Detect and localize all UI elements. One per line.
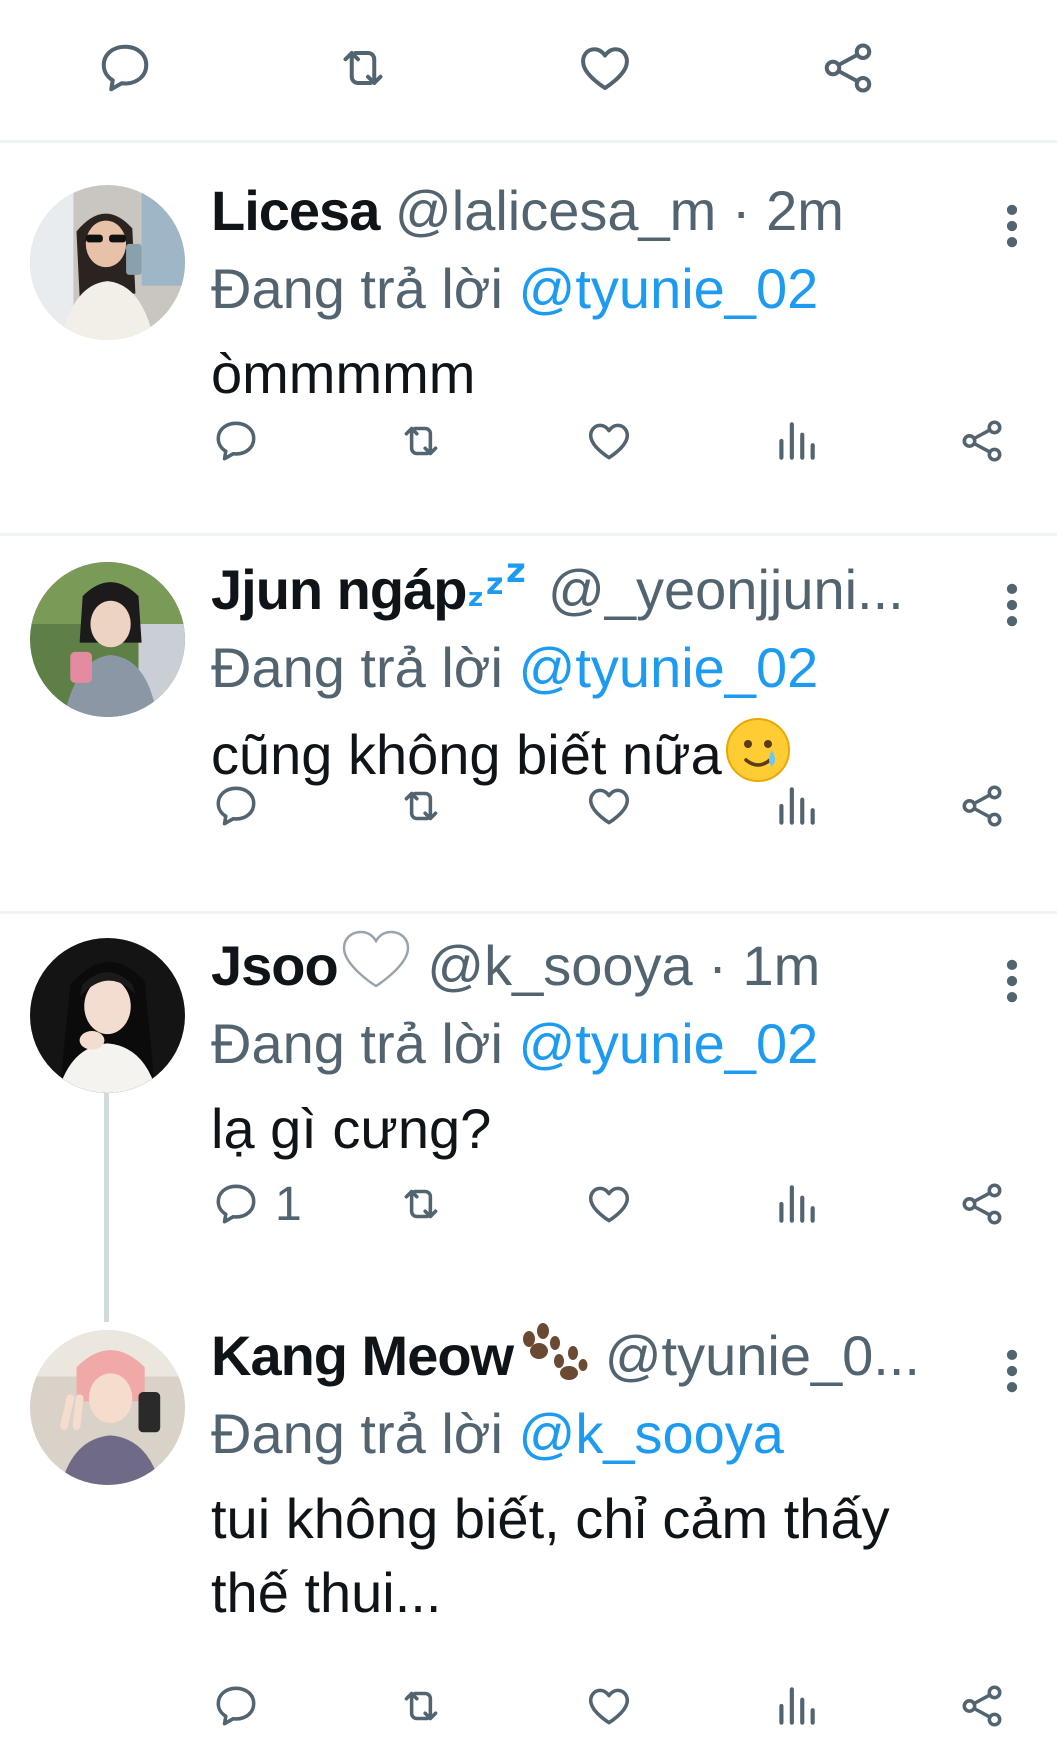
reply-button[interactable]: 1	[211, 1174, 302, 1234]
tweet-text-line: tui không biết, chỉ cảm thấy	[211, 1487, 890, 1550]
display-name[interactable]: Jjun ngáp	[211, 558, 467, 621]
more-vertical-icon[interactable]	[997, 944, 1027, 1003]
avatar[interactable]	[30, 938, 185, 1093]
replying-prefix: Đang trả lời	[211, 1402, 519, 1465]
tweet-action-bar	[211, 776, 1027, 836]
reply-tweet[interactable]: Licesa @lalicesa_m · 2m Đang trả lời @ty…	[0, 143, 1057, 536]
heart-icon[interactable]	[584, 776, 634, 836]
heart-icon[interactable]	[584, 1174, 634, 1234]
reply-count: 1	[275, 1177, 302, 1231]
tweet-header: Kang Meow @tyunie_0...	[211, 1316, 1027, 1396]
more-vertical-icon[interactable]	[997, 189, 1027, 248]
retweet-icon[interactable]	[333, 38, 393, 98]
avatar[interactable]	[30, 1330, 185, 1485]
display-name[interactable]: Kang Meow	[211, 1324, 514, 1387]
share-icon[interactable]	[957, 776, 1007, 836]
share-icon[interactable]	[957, 411, 1007, 471]
tweet-text: lạ gì cưng?	[211, 1097, 492, 1160]
user-handle[interactable]: @lalicesa_m	[395, 179, 716, 242]
replying-mention[interactable]: @tyunie_02	[519, 1012, 819, 1075]
tweet-text: òmmmmm	[211, 342, 476, 405]
reply-tweet[interactable]: Jsoo @k_sooya · 1m Đang trả lời @tyunie_…	[0, 914, 1057, 1294]
share-icon[interactable]	[957, 1676, 1007, 1736]
reply-tweet[interactable]: Jjun ngáp z z z @_yeonjjuni... Đang trả lời…	[0, 536, 1057, 914]
tweet-action-bar	[211, 1676, 1027, 1736]
replying-mention[interactable]: @tyunie_02	[519, 636, 819, 699]
retweet-icon[interactable]	[396, 411, 446, 471]
tweet-action-bar: 1	[211, 1174, 1027, 1234]
replying-to: Đang trả lời @tyunie_02	[211, 251, 1027, 327]
tweet-header: Jjun ngáp z z z @_yeonjjuni...	[211, 550, 1027, 630]
white-heart-emoji	[340, 930, 412, 1006]
replying-prefix: Đang trả lời	[211, 1012, 519, 1075]
replying-prefix: Đang trả lời	[211, 257, 519, 320]
tweet-action-bar	[211, 411, 1027, 471]
reply-tweet[interactable]: Kang Meow @tyunie_0... Đang trả lời @k_s…	[0, 1294, 1057, 1750]
views-icon[interactable]	[771, 1174, 821, 1234]
heart-icon[interactable]	[575, 38, 635, 98]
svg-text:z: z	[486, 567, 503, 602]
user-handle[interactable]: @tyunie_0...	[605, 1324, 920, 1387]
svg-text:z: z	[468, 583, 483, 613]
views-icon[interactable]	[771, 411, 821, 471]
reply-icon[interactable]	[211, 776, 261, 836]
user-handle[interactable]: @k_sooya	[427, 934, 692, 997]
tweet-text-line: thế thui...	[211, 1561, 442, 1624]
share-icon[interactable]	[957, 1174, 1007, 1234]
tweet-text: tui không biết, chỉ cảm thấy thế thui...	[211, 1482, 1027, 1630]
parent-tweet-action-bar	[0, 0, 1057, 143]
reply-icon[interactable]	[95, 38, 155, 98]
zzz-emoji: zzz	[468, 551, 532, 630]
heart-icon[interactable]	[584, 1676, 634, 1736]
reply-icon[interactable]	[211, 411, 261, 471]
time-separator: ·	[716, 179, 767, 242]
svg-text:z: z	[506, 554, 526, 591]
replying-to: Đang trả lời @tyunie_02	[211, 1006, 1027, 1082]
views-icon[interactable]	[771, 776, 821, 836]
more-vertical-icon[interactable]	[997, 568, 1027, 627]
paw-prints-emoji	[515, 1317, 589, 1396]
heart-icon[interactable]	[584, 411, 634, 471]
replying-prefix: Đang trả lời	[211, 636, 519, 699]
replying-to: Đang trả lời @tyunie_02	[211, 630, 1027, 706]
more-vertical-icon[interactable]	[997, 1334, 1027, 1393]
retweet-icon[interactable]	[396, 776, 446, 836]
time-separator: ·	[692, 934, 743, 997]
tweet-header: Jsoo @k_sooya · 1m	[211, 926, 1027, 1006]
display-name[interactable]: Licesa	[211, 179, 380, 242]
replying-mention[interactable]: @tyunie_02	[519, 257, 819, 320]
views-icon[interactable]	[771, 1676, 821, 1736]
avatar[interactable]	[30, 185, 185, 340]
user-handle[interactable]: @_yeonjjuni...	[548, 558, 904, 621]
share-icon[interactable]	[818, 38, 878, 98]
replying-mention[interactable]: @k_sooya	[519, 1402, 784, 1465]
avatar[interactable]	[30, 562, 185, 717]
reply-icon[interactable]	[211, 1676, 261, 1736]
replying-to: Đang trả lời @k_sooya	[211, 1396, 1027, 1472]
retweet-icon[interactable]	[396, 1174, 446, 1234]
timestamp[interactable]: 2m	[766, 179, 844, 242]
timestamp[interactable]: 1m	[742, 934, 820, 997]
display-name[interactable]: Jsoo	[211, 934, 339, 997]
retweet-icon[interactable]	[396, 1676, 446, 1736]
tweet-header: Licesa @lalicesa_m · 2m	[211, 171, 1027, 251]
reply-icon	[211, 1179, 261, 1229]
